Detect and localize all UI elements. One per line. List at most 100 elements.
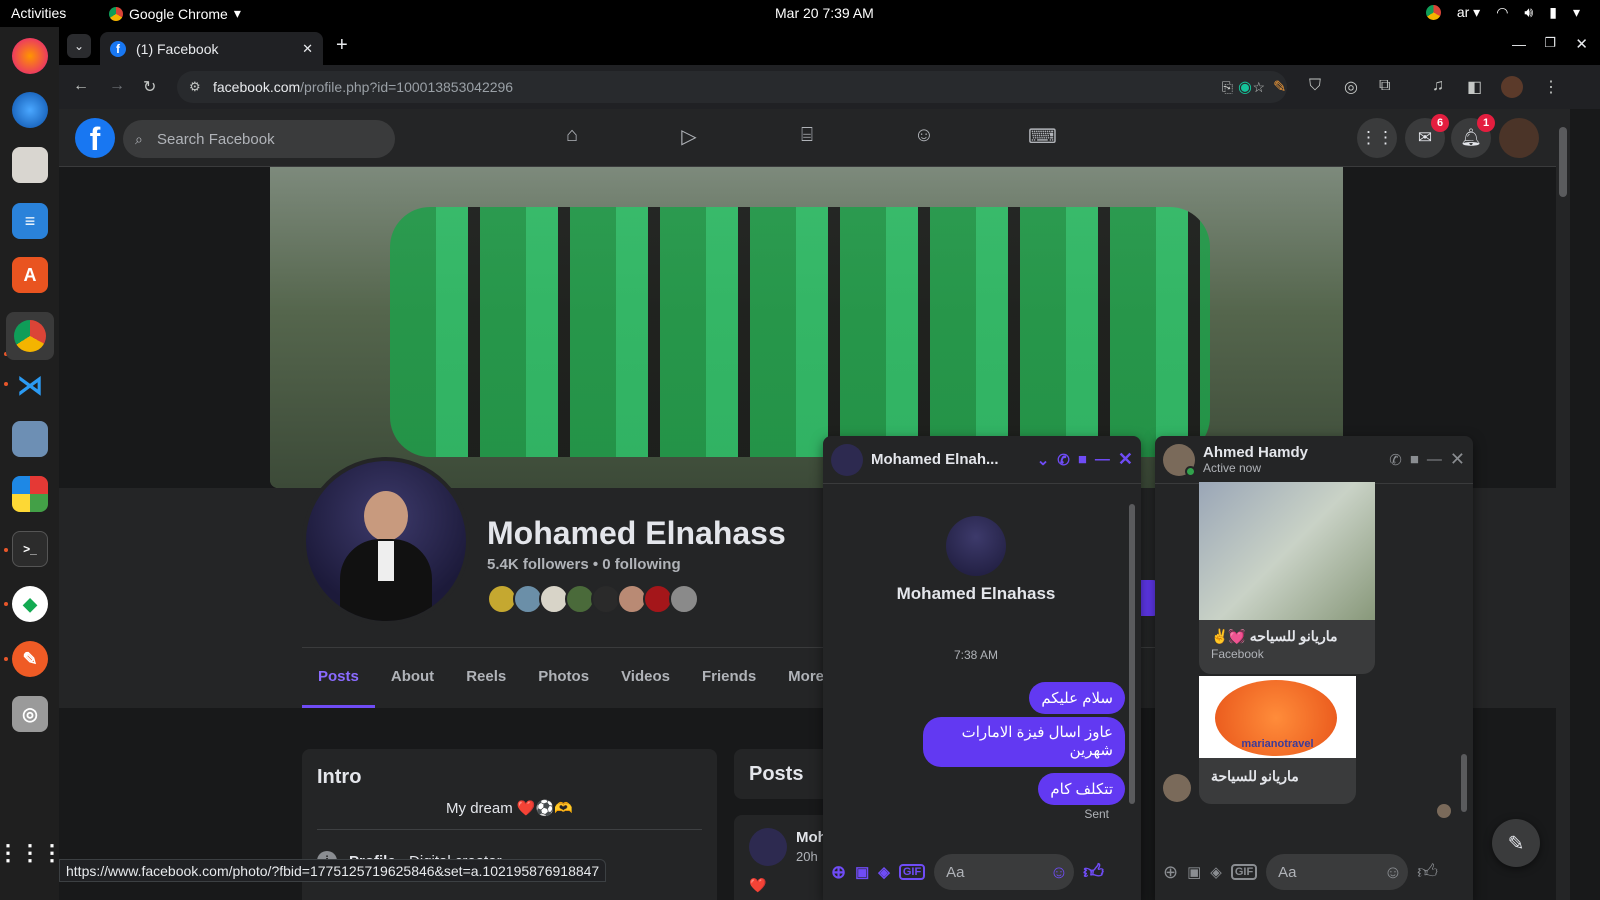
chrome-menu-icon[interactable]: ⋮ <box>1543 77 1559 97</box>
reload-icon[interactable]: ↻ <box>143 77 156 97</box>
search-input[interactable]: ⌕ Search Facebook <box>123 120 395 158</box>
home-icon[interactable]: ⌂ <box>559 124 585 150</box>
like-thumb-icon[interactable]: 👍︎ <box>1083 860 1104 884</box>
screenshot-icon[interactable] <box>12 421 48 457</box>
account-avatar[interactable] <box>1499 118 1539 158</box>
chat-profile-avatar[interactable] <box>946 516 1006 576</box>
writer-icon[interactable]: ≡ <box>12 203 48 239</box>
app-menu[interactable]: Google Chrome ▾ <box>109 5 241 22</box>
messenger-button[interactable]: ✉ 6 <box>1405 114 1449 158</box>
chat-avatar[interactable] <box>831 443 863 476</box>
close-tab-icon[interactable]: ✕ <box>302 41 313 57</box>
color-picker-icon[interactable]: ✎ <box>1273 77 1286 97</box>
emoji-icon[interactable]: ☺ <box>1050 862 1068 883</box>
bookmark-star-icon[interactable]: ☆ <box>1252 79 1265 96</box>
profile-avatar[interactable] <box>302 457 470 625</box>
files-icon[interactable] <box>12 147 48 183</box>
minimize-window-icon[interactable]: — <box>1512 36 1526 52</box>
follower-avatar[interactable] <box>669 584 699 614</box>
close-chat-icon[interactable]: ✕ <box>1118 449 1133 470</box>
chrome-indicator-icon[interactable] <box>1425 5 1441 20</box>
gaming-icon[interactable]: ⌨ <box>1028 124 1057 150</box>
facebook-logo[interactable]: f <box>75 118 115 158</box>
video-icon[interactable]: ▷ <box>676 124 702 150</box>
menu-grid-button[interactable]: ⋮⋮ <box>1357 118 1397 158</box>
follower-stats[interactable]: 5.4K followers • 0 following <box>487 556 681 573</box>
post-time[interactable]: 20h <box>796 849 818 864</box>
extension-target-icon[interactable]: ◎ <box>1344 77 1358 97</box>
tab-videos[interactable]: Videos <box>605 648 686 708</box>
shared-post-card[interactable]: marianotravel ماريانو للسياحة <box>1199 676 1356 804</box>
shield-icon[interactable]: ⛉ <box>1309 77 1321 95</box>
mongodb-compass-icon[interactable]: ◆ <box>12 586 48 622</box>
back-arrow-icon[interactable]: ← <box>73 77 89 95</box>
chat-scrollbar[interactable] <box>1127 486 1137 824</box>
video-call-icon[interactable]: ■ <box>1410 451 1419 468</box>
chat-header[interactable]: Ahmed Hamdy Active now ✆ ■ — ✕ <box>1155 436 1473 484</box>
emoji-icon[interactable]: ☺ <box>1384 862 1402 883</box>
chrome-profile-avatar[interactable] <box>1501 76 1523 98</box>
gif-icon[interactable]: GIF <box>1230 864 1258 880</box>
scrollbar-thumb[interactable] <box>1129 504 1135 804</box>
tab-posts[interactable]: Posts <box>302 648 375 708</box>
close-chat-icon[interactable]: ✕ <box>1450 449 1465 470</box>
disk-icon[interactable]: ◎ <box>12 696 48 732</box>
message-bubble[interactable]: عاوز اسال فيزة الامارات شهرين <box>923 717 1125 767</box>
phone-icon[interactable]: ✆ <box>1057 451 1070 469</box>
plus-circle-icon[interactable]: ⊕ <box>831 862 846 883</box>
clock[interactable]: Mar 20 7:39 AM <box>775 5 874 21</box>
address-bar[interactable]: ⚙ facebook.com/profile.php?id=1000138530… <box>177 71 1287 103</box>
app-center-icon[interactable]: A <box>12 257 48 293</box>
message-bubble[interactable]: سلام عليكم <box>1029 682 1125 714</box>
marketplace-icon[interactable]: ⌸ <box>794 124 820 150</box>
tab-photos[interactable]: Photos <box>522 648 605 708</box>
tab-about[interactable]: About <box>375 648 450 708</box>
keyboard-layout[interactable]: ar ▾ <box>1457 4 1480 21</box>
minimize-chat-icon[interactable]: — <box>1095 451 1110 468</box>
new-message-button[interactable]: ✎ <box>1492 819 1540 867</box>
chat-avatar[interactable] <box>1163 443 1196 477</box>
mosaic-app-icon[interactable] <box>12 476 48 512</box>
page-scrollbar[interactable] <box>1556 109 1570 900</box>
message-bubble[interactable]: تتكلف كام <box>1038 773 1125 805</box>
plus-circle-icon[interactable]: ⊕ <box>1163 862 1178 883</box>
close-window-icon[interactable]: ✕ <box>1575 35 1588 53</box>
chat-title[interactable]: Ahmed Hamdy <box>1203 444 1381 461</box>
firefox-icon[interactable] <box>12 38 48 74</box>
chat-header[interactable]: Mohamed Elnah... ⌄ ✆ ■ — ✕ <box>823 436 1141 484</box>
sticker-icon[interactable]: ◈ <box>1210 863 1222 881</box>
photo-icon[interactable]: ▣ <box>855 863 869 881</box>
message-input[interactable]: Aa ☺ <box>1266 854 1409 890</box>
post-author-avatar[interactable] <box>749 828 787 866</box>
sticker-icon[interactable]: ◈ <box>878 863 890 881</box>
media-control-icon[interactable]: ♫ <box>1432 77 1444 95</box>
wifi-icon[interactable]: ◠ <box>1496 4 1508 21</box>
install-app-icon[interactable]: ⎘ <box>1222 79 1233 96</box>
thunderbird-icon[interactable] <box>12 92 48 128</box>
video-call-icon[interactable]: ■ <box>1078 451 1087 468</box>
extensions-puzzle-icon[interactable]: ⧉ <box>1379 77 1390 95</box>
vscode-icon[interactable]: ⋊ <box>12 367 48 403</box>
volume-icon[interactable]: 🔊︎ <box>1524 4 1533 21</box>
forward-arrow-icon[interactable]: → <box>109 77 125 95</box>
tab-facebook[interactable]: f (1) Facebook ✕ <box>100 32 323 65</box>
minimize-chat-icon[interactable]: — <box>1427 451 1442 468</box>
activities-button[interactable]: Activities <box>11 5 66 21</box>
chevron-down-icon[interactable]: ⌄ <box>1037 451 1050 469</box>
tab-friends[interactable]: Friends <box>686 648 772 708</box>
notifications-button[interactable]: 🔔︎ 1 <box>1451 114 1495 158</box>
maximize-window-icon[interactable]: ❐ <box>1544 35 1556 51</box>
message-input[interactable]: Aa ☺ <box>934 854 1075 890</box>
tab-reels[interactable]: Reels <box>450 648 522 708</box>
follower-avatars[interactable] <box>487 584 699 616</box>
site-info-icon[interactable]: ⚙ <box>189 79 201 95</box>
postman-icon[interactable]: ✎ <box>12 641 48 677</box>
photo-icon[interactable]: ▣ <box>1187 863 1201 881</box>
chrome-icon[interactable] <box>6 312 54 360</box>
chat-title[interactable]: Mohamed Elnah... <box>871 451 1029 468</box>
grammarly-icon[interactable]: ◉ <box>1238 77 1252 97</box>
new-tab-button[interactable]: + <box>336 34 348 57</box>
shared-post-card[interactable]: ماريانو للسياحه 💓✌️ Facebook <box>1199 482 1375 674</box>
like-thumb-icon[interactable]: 👍︎ <box>1417 860 1438 884</box>
chat-scrollbar[interactable] <box>1459 486 1469 824</box>
